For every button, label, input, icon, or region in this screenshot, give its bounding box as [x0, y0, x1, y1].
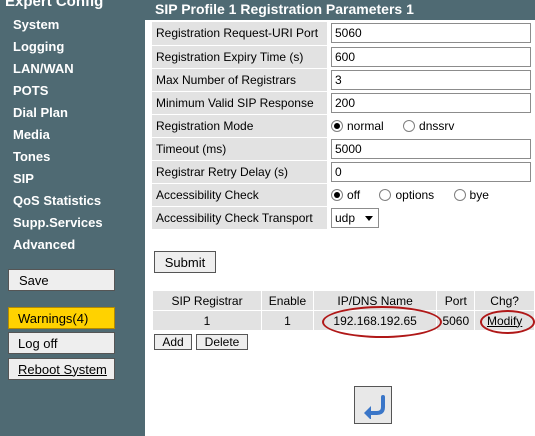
- sidebar-item-supp-services[interactable]: Supp.Services: [13, 213, 103, 235]
- expiry-time-label: Registration Expiry Time (s): [152, 45, 327, 69]
- max-registrars-label: Max Number of Registrars: [152, 68, 327, 92]
- table-row: 1 1 192.168.192.65 5060 Modify: [151, 310, 535, 331]
- registration-parameters-form: Registration Request-URI Port Registrati…: [152, 22, 532, 230]
- sidebar: Expert Config System Logging LAN/WAN POT…: [0, 0, 145, 436]
- request-uri-port-label: Registration Request-URI Port: [152, 22, 327, 46]
- sidebar-item-logging[interactable]: Logging: [13, 37, 103, 59]
- back-button[interactable]: [354, 386, 392, 424]
- sidebar-item-lan-wan[interactable]: LAN/WAN: [13, 59, 103, 81]
- col-header-registrar: SIP Registrar: [151, 290, 263, 311]
- registrar-table: SIP Registrar Enable IP/DNS Name Port Ch…: [151, 290, 535, 331]
- col-header-port: Port: [436, 290, 476, 311]
- sidebar-item-dial-plan[interactable]: Dial Plan: [13, 103, 103, 125]
- logoff-button[interactable]: Log off: [8, 332, 115, 354]
- radio-bye[interactable]: [453, 188, 466, 201]
- modify-link[interactable]: Modify: [487, 314, 522, 328]
- radio-options-label: options: [395, 187, 435, 202]
- min-valid-response-label: Minimum Valid SIP Response: [152, 91, 327, 115]
- check-transport-select[interactable]: udp: [331, 207, 379, 228]
- col-header-chg: Chg?: [474, 290, 535, 311]
- sidebar-title: Expert Config: [5, 0, 104, 10]
- col-header-ip: IP/DNS Name: [312, 290, 438, 311]
- back-arrow-icon: [364, 395, 385, 419]
- cell-action: Modify: [474, 310, 535, 331]
- cell-ip: 192.168.192.65: [312, 310, 438, 331]
- sidebar-item-qos-statistics[interactable]: QoS Statistics: [13, 191, 103, 213]
- reboot-system-button[interactable]: Reboot System: [8, 358, 115, 380]
- registration-mode-label: Registration Mode: [152, 114, 327, 138]
- retry-delay-input[interactable]: [331, 161, 531, 182]
- radio-options[interactable]: [379, 188, 392, 201]
- min-valid-response-input[interactable]: [331, 92, 531, 113]
- add-button[interactable]: Add: [154, 334, 192, 350]
- sidebar-nav: System Logging LAN/WAN POTS Dial Plan Me…: [13, 15, 103, 257]
- timeout-label: Timeout (ms): [152, 137, 327, 161]
- cell-registrar: 1: [151, 310, 263, 331]
- sidebar-item-media[interactable]: Media: [13, 125, 103, 147]
- cell-enable: 1: [261, 310, 314, 331]
- retry-delay-label: Registrar Retry Delay (s): [152, 160, 327, 184]
- page-header: SIP Profile 1 Registration Parameters 1: [145, 0, 535, 20]
- sidebar-item-pots[interactable]: POTS: [13, 81, 103, 103]
- max-registrars-input[interactable]: [331, 69, 531, 90]
- check-transport-label: Accessibility Check Transport: [152, 206, 327, 230]
- radio-bye-label: bye: [469, 187, 489, 202]
- save-button[interactable]: Save: [8, 269, 115, 291]
- sidebar-item-system[interactable]: System: [13, 15, 103, 37]
- sidebar-item-advanced[interactable]: Advanced: [13, 235, 103, 257]
- radio-off[interactable]: [331, 188, 343, 201]
- submit-button[interactable]: Submit: [154, 251, 216, 273]
- sidebar-item-sip[interactable]: SIP: [13, 169, 103, 191]
- col-header-enable: Enable: [261, 290, 314, 311]
- radio-normal-label: normal: [347, 118, 384, 133]
- registrar-table-header: SIP Registrar Enable IP/DNS Name Port Ch…: [151, 290, 535, 311]
- sidebar-item-tones[interactable]: Tones: [13, 147, 103, 169]
- warnings-button[interactable]: Warnings(4): [8, 307, 115, 329]
- check-transport-value: udp: [335, 210, 356, 225]
- accessibility-check-label: Accessibility Check: [152, 183, 327, 207]
- chevron-down-icon: [365, 215, 373, 221]
- cell-port: 5060: [436, 310, 476, 331]
- radio-off-label: off: [347, 187, 361, 202]
- request-uri-port-input[interactable]: [331, 23, 531, 44]
- radio-dnssrv[interactable]: [403, 119, 416, 132]
- delete-button[interactable]: Delete: [196, 334, 248, 350]
- radio-dnssrv-label: dnssrv: [419, 118, 455, 133]
- expiry-time-input[interactable]: [331, 46, 531, 67]
- radio-normal[interactable]: [331, 119, 343, 132]
- timeout-input[interactable]: [331, 138, 531, 159]
- page-title: SIP Profile 1 Registration Parameters 1: [155, 1, 414, 17]
